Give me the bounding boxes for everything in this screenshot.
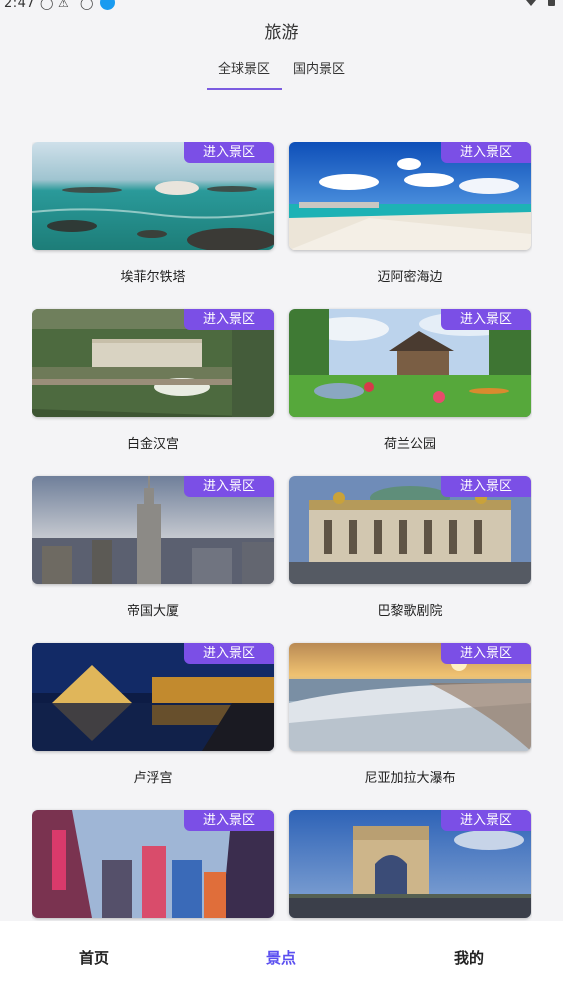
spot-name: 白金汉宫 (126, 437, 179, 452)
notification-icon (100, 0, 115, 10)
enter-spot-button[interactable]: 进入景区 (184, 142, 274, 163)
security-icon: ◯ (80, 0, 94, 10)
enter-spot-button[interactable]: 进入景区 (441, 309, 531, 330)
spot-name: 迈阿密海边 (377, 270, 443, 285)
spot-card[interactable]: 进入景区 (289, 810, 531, 922)
tab-bar: 全球景区 国内景区 (0, 58, 563, 94)
spot-name: 荷兰公园 (383, 437, 436, 452)
enter-spot-button[interactable]: 进入景区 (184, 309, 274, 330)
spot-name: 埃菲尔铁塔 (120, 270, 186, 285)
enter-spot-button[interactable]: 进入景区 (184, 476, 274, 497)
enter-spot-button[interactable]: 进入景区 (441, 142, 531, 163)
tab-domestic-spots[interactable]: 国内景区 (293, 58, 345, 77)
enter-spot-button[interactable]: 进入景区 (441, 476, 531, 497)
spot-name: 帝国大厦 (126, 604, 179, 619)
spot-card[interactable]: 进入景区 (32, 810, 274, 922)
nav-mine[interactable]: 我的 (439, 947, 499, 968)
spot-card[interactable]: 进入景区 卢浮宫 (32, 643, 274, 803)
spot-card[interactable]: 进入景区 白金汉宫 (32, 309, 274, 469)
nav-home[interactable]: 首页 (64, 947, 124, 968)
spot-card[interactable]: 进入景区 荷兰公园 (289, 309, 531, 469)
spot-name: 卢浮宫 (133, 771, 173, 786)
spot-card[interactable]: 进入景区 巴黎歌剧院 (289, 476, 531, 636)
spot-name: 尼亚加拉大瀑布 (364, 771, 456, 786)
spot-card[interactable]: 进入景区 尼亚加拉大瀑布 (289, 643, 531, 803)
enter-spot-button[interactable]: 进入景区 (441, 810, 531, 831)
page-title: 旅游 (264, 23, 299, 43)
tab-indicator (207, 88, 282, 90)
spot-name: 巴黎歌剧院 (377, 604, 443, 619)
nav-spots[interactable]: 景点 (251, 947, 311, 968)
battery-icon (548, 0, 555, 6)
spot-card[interactable]: 进入景区 帝国大厦 (32, 476, 274, 636)
enter-spot-button[interactable]: 进入景区 (184, 810, 274, 831)
status-bar: 2:47 ◯ ⚠ ◯ (0, 0, 563, 14)
warning-icon: ⚠ (58, 0, 69, 10)
shield-icon: ◯ (40, 0, 54, 10)
wifi-signal-icon (526, 0, 536, 6)
status-time: 2:47 (4, 0, 36, 11)
bottom-nav: 首页 景点 我的 (0, 921, 563, 991)
tab-global-spots[interactable]: 全球景区 (218, 58, 270, 77)
enter-spot-button[interactable]: 进入景区 (441, 643, 531, 664)
enter-spot-button[interactable]: 进入景区 (184, 643, 274, 664)
spot-card[interactable]: 进入景区 埃菲尔铁塔 (32, 142, 274, 302)
spot-grid: 进入景区 埃菲尔铁塔 进入景区 迈阿密海边 进入景区 白金汉宫 进入景区 荷兰公… (32, 142, 532, 922)
spot-card[interactable]: 进入景区 迈阿密海边 (289, 142, 531, 302)
